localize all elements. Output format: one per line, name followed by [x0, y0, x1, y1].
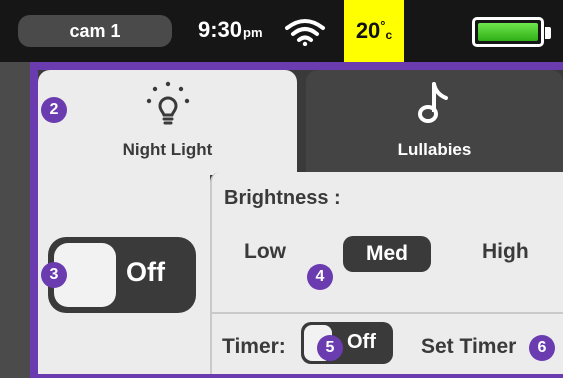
- toggle-state: Off: [126, 257, 165, 287]
- callout-badge: 6: [529, 335, 555, 361]
- timer-label: Timer:: [222, 335, 286, 358]
- temperature-display: 20 ° c: [344, 0, 404, 62]
- lightbulb-icon: [146, 81, 189, 125]
- tab-lullabies-label: Lullabies: [397, 140, 472, 159]
- time-value: 9:30: [198, 17, 243, 42]
- set-timer-button[interactable]: Set Timer: [421, 335, 516, 359]
- camera-selector[interactable]: cam 1: [18, 15, 172, 47]
- brightness-title: Brightness :: [224, 187, 341, 209]
- temperature-value: 20: [355, 18, 381, 43]
- temperature-unit: c: [385, 28, 393, 42]
- brightness-low-button[interactable]: Low: [244, 240, 286, 264]
- brightness-med-button[interactable]: Med: [343, 236, 431, 272]
- callout-badge: 5: [317, 335, 343, 361]
- timer-toggle[interactable]: Off: [301, 322, 393, 364]
- brightness-high-button[interactable]: High: [482, 240, 529, 264]
- music-note-icon: [417, 82, 448, 123]
- callout-badge: 4: [307, 264, 333, 290]
- left-strip: [0, 62, 30, 378]
- callout-badge: 2: [41, 97, 67, 123]
- tab-lullabies[interactable]: Lullabies: [306, 70, 563, 175]
- status-bar: cam 1 9:30pm 20 ° c: [0, 0, 563, 62]
- timer-state: Off: [347, 331, 376, 353]
- night-light-toggle[interactable]: Off: [48, 237, 196, 313]
- tab-night-light-label: Night Light: [122, 140, 213, 159]
- battery-fill: [478, 23, 538, 41]
- callout-badge: 3: [41, 262, 67, 288]
- clock: 9:30pm: [198, 17, 263, 43]
- battery-tip: [545, 27, 551, 39]
- battery-icon: [472, 17, 551, 47]
- wifi-icon: [285, 19, 325, 46]
- tab-night-light[interactable]: Night Light: [38, 70, 297, 175]
- time-ampm: pm: [243, 25, 263, 40]
